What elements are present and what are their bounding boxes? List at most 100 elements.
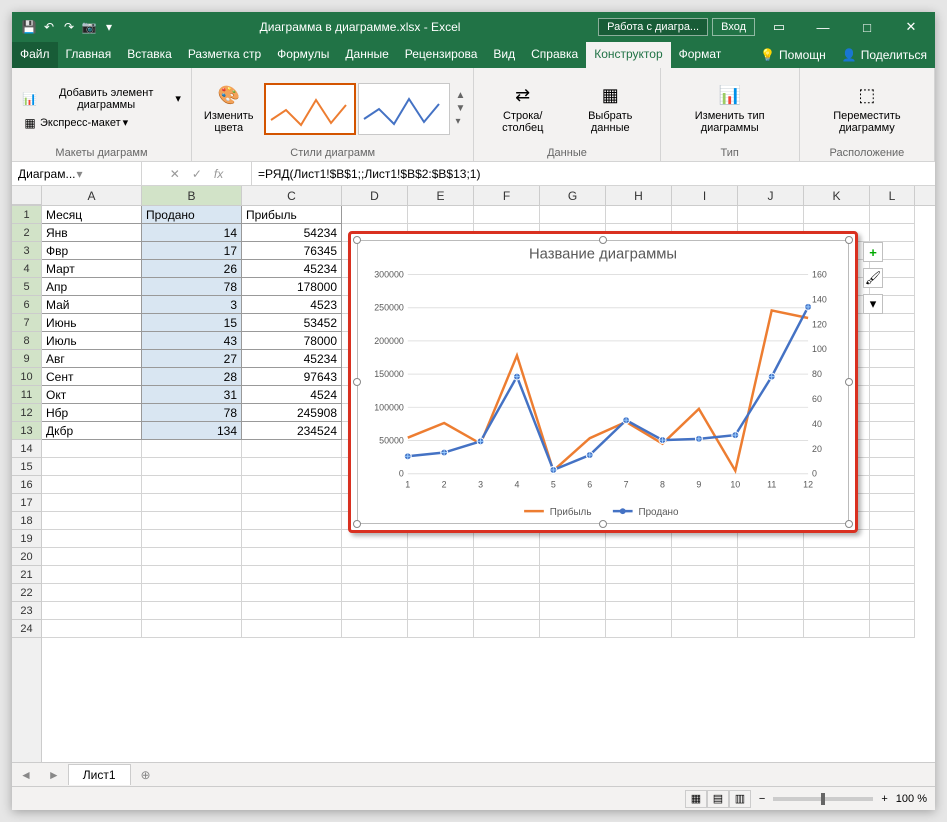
cell[interactable] (142, 494, 242, 512)
tab-file[interactable]: Файл (12, 42, 58, 68)
cell[interactable]: Продано (142, 206, 242, 224)
quick-layout-button[interactable]: ▦Экспресс-макет▾ (20, 114, 183, 132)
cell[interactable] (606, 566, 672, 584)
cell[interactable] (540, 602, 606, 620)
cell[interactable] (242, 602, 342, 620)
cell[interactable]: 234524 (242, 422, 342, 440)
chart-style-1[interactable] (264, 83, 356, 135)
cell[interactable]: 15 (142, 314, 242, 332)
row-header[interactable]: 1 (12, 206, 41, 224)
row-header[interactable]: 17 (12, 494, 41, 512)
cell[interactable] (870, 422, 915, 440)
tab-insert[interactable]: Вставка (119, 42, 180, 68)
row-header[interactable]: 14 (12, 440, 41, 458)
cell[interactable]: 4523 (242, 296, 342, 314)
cell[interactable]: 78000 (242, 332, 342, 350)
cell[interactable] (342, 566, 408, 584)
col-header-b[interactable]: B (142, 186, 242, 205)
cell[interactable] (42, 566, 142, 584)
cell[interactable] (870, 584, 915, 602)
col-header-g[interactable]: G (540, 186, 606, 205)
row-header[interactable]: 24 (12, 620, 41, 638)
chart-style-2[interactable] (358, 83, 450, 135)
gallery-up-icon[interactable]: ▲ (456, 90, 466, 101)
cell[interactable] (870, 206, 915, 224)
cell[interactable] (142, 566, 242, 584)
cell[interactable] (342, 584, 408, 602)
cell[interactable]: Прибыль (242, 206, 342, 224)
row-header[interactable]: 10 (12, 368, 41, 386)
page-break-view-icon[interactable]: ▥ (729, 790, 751, 808)
login-button[interactable]: Вход (712, 18, 755, 36)
col-header-a[interactable]: A (42, 186, 142, 205)
maximize-icon[interactable]: □ (847, 12, 887, 42)
cell[interactable] (42, 476, 142, 494)
cell[interactable]: 134 (142, 422, 242, 440)
tab-formulas[interactable]: Формулы (269, 42, 337, 68)
cell[interactable] (870, 620, 915, 638)
sheet-nav-next-icon[interactable]: ► (40, 768, 68, 782)
cell[interactable] (870, 368, 915, 386)
cells-area[interactable]: МесяцПроданоПрибыльЯнв1454234Фвр1776345М… (42, 206, 935, 762)
formula-input[interactable]: =РЯД(Лист1!$B$1;;Лист1!$B$2:$B$13;1) (252, 162, 935, 185)
cell[interactable]: 26 (142, 260, 242, 278)
cell[interactable]: Авг (42, 350, 142, 368)
cell[interactable] (342, 620, 408, 638)
cell[interactable]: Май (42, 296, 142, 314)
tab-home[interactable]: Главная (58, 42, 120, 68)
cell[interactable]: Нбр (42, 404, 142, 422)
save-icon[interactable]: 💾 (22, 20, 36, 34)
cell[interactable] (42, 512, 142, 530)
chart-style-gallery[interactable] (264, 83, 450, 135)
col-header-l[interactable]: L (870, 186, 915, 205)
cell[interactable]: 178000 (242, 278, 342, 296)
col-header-f[interactable]: F (474, 186, 540, 205)
tab-help[interactable]: Справка (523, 42, 586, 68)
cell[interactable] (142, 440, 242, 458)
cell[interactable] (870, 404, 915, 422)
cell[interactable] (474, 620, 540, 638)
cell[interactable] (408, 602, 474, 620)
tab-data[interactable]: Данные (337, 42, 396, 68)
cell[interactable]: Апр (42, 278, 142, 296)
cell[interactable] (242, 512, 342, 530)
cell[interactable] (540, 206, 606, 224)
cell[interactable] (870, 530, 915, 548)
chart-filters-button[interactable]: ▾ (863, 294, 883, 314)
cell[interactable] (804, 548, 870, 566)
cell[interactable] (672, 620, 738, 638)
cell[interactable] (870, 458, 915, 476)
cell[interactable]: Июль (42, 332, 142, 350)
tab-design[interactable]: Конструктор (586, 42, 670, 68)
cell[interactable] (408, 206, 474, 224)
cell[interactable] (474, 548, 540, 566)
switch-row-column-button[interactable]: ⇄Строка/ столбец (482, 82, 563, 136)
cell[interactable] (540, 566, 606, 584)
row-header[interactable]: 8 (12, 332, 41, 350)
zoom-in-icon[interactable]: + (881, 793, 887, 805)
cell[interactable] (342, 548, 408, 566)
cell[interactable]: Март (42, 260, 142, 278)
cell[interactable] (870, 476, 915, 494)
cell[interactable] (42, 530, 142, 548)
cell[interactable]: 31 (142, 386, 242, 404)
chart-elements-button[interactable]: + (863, 242, 883, 262)
cell[interactable] (474, 566, 540, 584)
cell[interactable] (408, 584, 474, 602)
cell[interactable] (342, 206, 408, 224)
cell[interactable] (242, 584, 342, 602)
cell[interactable]: Янв (42, 224, 142, 242)
add-chart-element-button[interactable]: 📊Добавить элемент диаграммы▾ (20, 86, 183, 112)
cell[interactable] (474, 584, 540, 602)
cell[interactable]: 43 (142, 332, 242, 350)
cancel-icon[interactable]: ✕ (170, 167, 180, 181)
cell[interactable] (142, 530, 242, 548)
tab-view[interactable]: Вид (485, 42, 523, 68)
cell[interactable]: Месяц (42, 206, 142, 224)
cell[interactable]: Июнь (42, 314, 142, 332)
row-header[interactable]: 23 (12, 602, 41, 620)
confirm-icon[interactable]: ✓ (192, 167, 202, 181)
cell[interactable]: 45234 (242, 260, 342, 278)
cell[interactable] (474, 602, 540, 620)
tell-me[interactable]: 💡Помощн (752, 42, 834, 68)
